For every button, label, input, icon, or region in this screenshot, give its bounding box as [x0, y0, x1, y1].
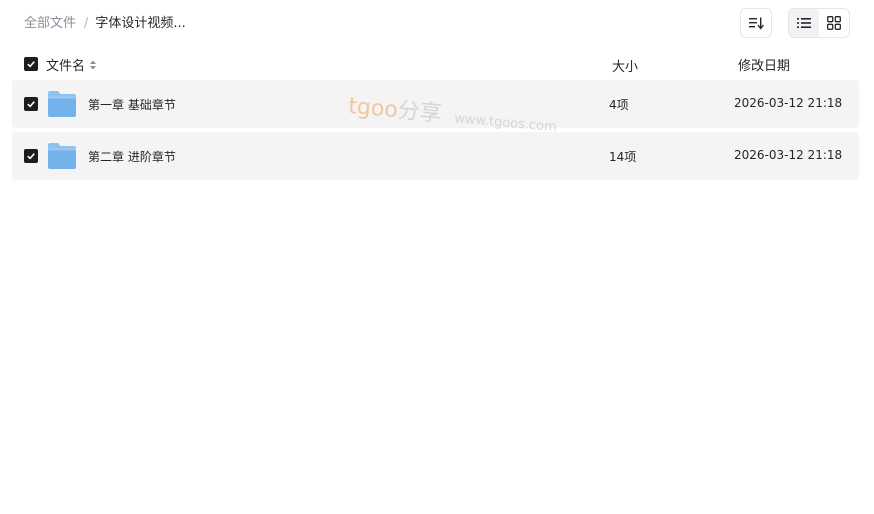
sort-arrows-icon: [89, 59, 97, 71]
sort-button[interactable]: [740, 8, 772, 38]
table-header: 文件名 大小 修改日期: [24, 53, 854, 75]
table-row[interactable]: 第二章 进阶章节 14项 2026-03-12 21:18: [12, 132, 859, 180]
file-browser-page: 全部文件 / 字体设计视频... 文件名 大小 修改日期 第一章 基础章节 4项…: [0, 0, 874, 514]
breadcrumb: 全部文件 / 字体设计视频...: [24, 15, 186, 33]
row-checkbox[interactable]: [24, 97, 38, 111]
row-size: 14项: [609, 150, 637, 164]
column-header-name[interactable]: 文件名: [46, 55, 97, 74]
view-toggle: [788, 8, 850, 38]
checkmark-icon: [27, 153, 35, 160]
select-all-checkbox[interactable]: [24, 57, 38, 71]
checkmark-icon: [27, 101, 35, 108]
row-date: 2026-03-12 21:18: [734, 96, 843, 110]
grid-view-button[interactable]: [819, 9, 849, 37]
breadcrumb-root-link[interactable]: 全部文件: [24, 15, 76, 33]
folder-icon: [48, 143, 76, 169]
watermark-brand-latin: tgoo: [347, 93, 399, 124]
list-view-icon: [797, 18, 811, 28]
column-header-size: 大小: [612, 60, 639, 75]
row-size: 4项: [609, 98, 629, 112]
row-date: 2026-03-12 21:18: [734, 148, 843, 162]
sort-icon: [749, 17, 764, 30]
row-name[interactable]: 第二章 进阶章节: [88, 148, 176, 165]
breadcrumb-separator: /: [84, 16, 89, 31]
column-header-date: 修改日期: [738, 59, 791, 74]
grid-view-icon: [827, 16, 841, 30]
column-header-name-label: 文件名: [46, 59, 86, 74]
watermark-brand-cjk: 分享: [396, 98, 443, 128]
row-name[interactable]: 第一章 基础章节: [88, 96, 176, 113]
row-checkbox[interactable]: [24, 149, 38, 163]
breadcrumb-current-folder: 字体设计视频...: [95, 16, 186, 31]
list-view-button[interactable]: [789, 9, 819, 37]
folder-icon: [48, 91, 76, 117]
checkmark-icon: [27, 61, 35, 68]
